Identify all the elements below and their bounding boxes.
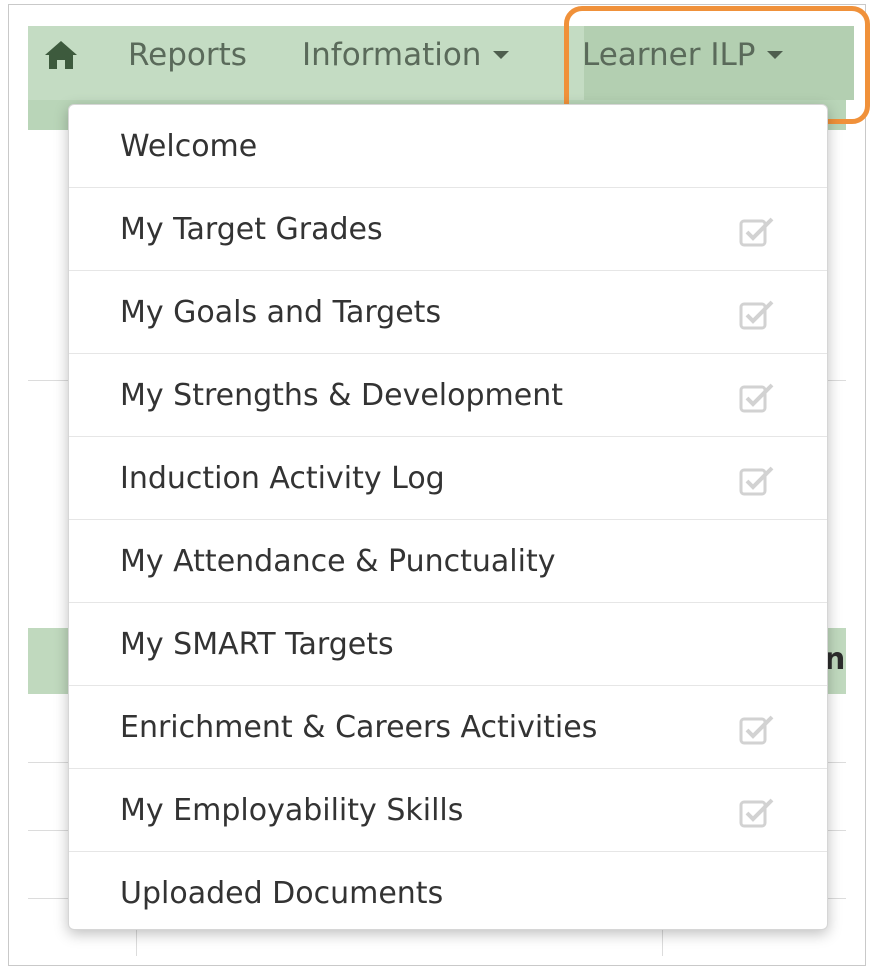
menu-item-uploaded-documents[interactable]: Uploaded Documents	[69, 852, 827, 929]
chevron-down-icon	[767, 50, 784, 59]
checkbox-checked-icon	[739, 466, 774, 496]
menu-item-my-employability-skills[interactable]: My Employability Skills	[69, 769, 827, 852]
menu-item-my-smart-targets[interactable]: My SMART Targets	[69, 603, 827, 686]
menu-item-label: My Target Grades	[120, 212, 383, 247]
menu-item-label: My SMART Targets	[120, 627, 394, 662]
checkbox-checked-icon	[739, 383, 774, 413]
nav-reports[interactable]: Reports	[128, 26, 247, 100]
menu-item-my-strengths-development[interactable]: My Strengths & Development	[69, 354, 827, 437]
menu-item-label: Welcome	[120, 129, 258, 164]
checkbox-checked-icon	[739, 217, 774, 247]
home-icon[interactable]	[44, 40, 78, 70]
menu-item-label: My Employability Skills	[120, 793, 464, 828]
nav-learner-ilp-label: Learner ILP	[582, 37, 756, 73]
menu-item-label: Enrichment & Careers Activities	[120, 710, 598, 745]
learner-ilp-dropdown-menu: Welcome My Target Grades My Goals and Ta…	[68, 104, 828, 930]
chevron-down-icon	[493, 50, 510, 59]
menu-item-induction-activity-log[interactable]: Induction Activity Log	[69, 437, 827, 520]
nav-information[interactable]: Information	[302, 26, 510, 100]
menu-item-label: My Goals and Targets	[120, 295, 442, 330]
checkbox-checked-icon	[739, 715, 774, 745]
menu-item-welcome[interactable]: Welcome	[69, 105, 827, 188]
menu-item-my-attendance-punctuality[interactable]: My Attendance & Punctuality	[69, 520, 827, 603]
checkbox-checked-icon	[739, 300, 774, 330]
nav-reports-label: Reports	[128, 37, 247, 73]
menu-item-enrichment-careers-activities[interactable]: Enrichment & Careers Activities	[69, 686, 827, 769]
nav-learner-ilp[interactable]: Learner ILP	[582, 26, 784, 100]
menu-item-label: Uploaded Documents	[120, 876, 444, 911]
menu-item-label: My Strengths & Development	[120, 378, 563, 413]
menu-item-my-goals-and-targets[interactable]: My Goals and Targets	[69, 271, 827, 354]
menu-item-label: Induction Activity Log	[120, 461, 445, 496]
menu-item-label: My Attendance & Punctuality	[120, 544, 556, 579]
menu-item-my-target-grades[interactable]: My Target Grades	[69, 188, 827, 271]
checkbox-checked-icon	[739, 798, 774, 828]
nav-information-label: Information	[302, 37, 482, 73]
